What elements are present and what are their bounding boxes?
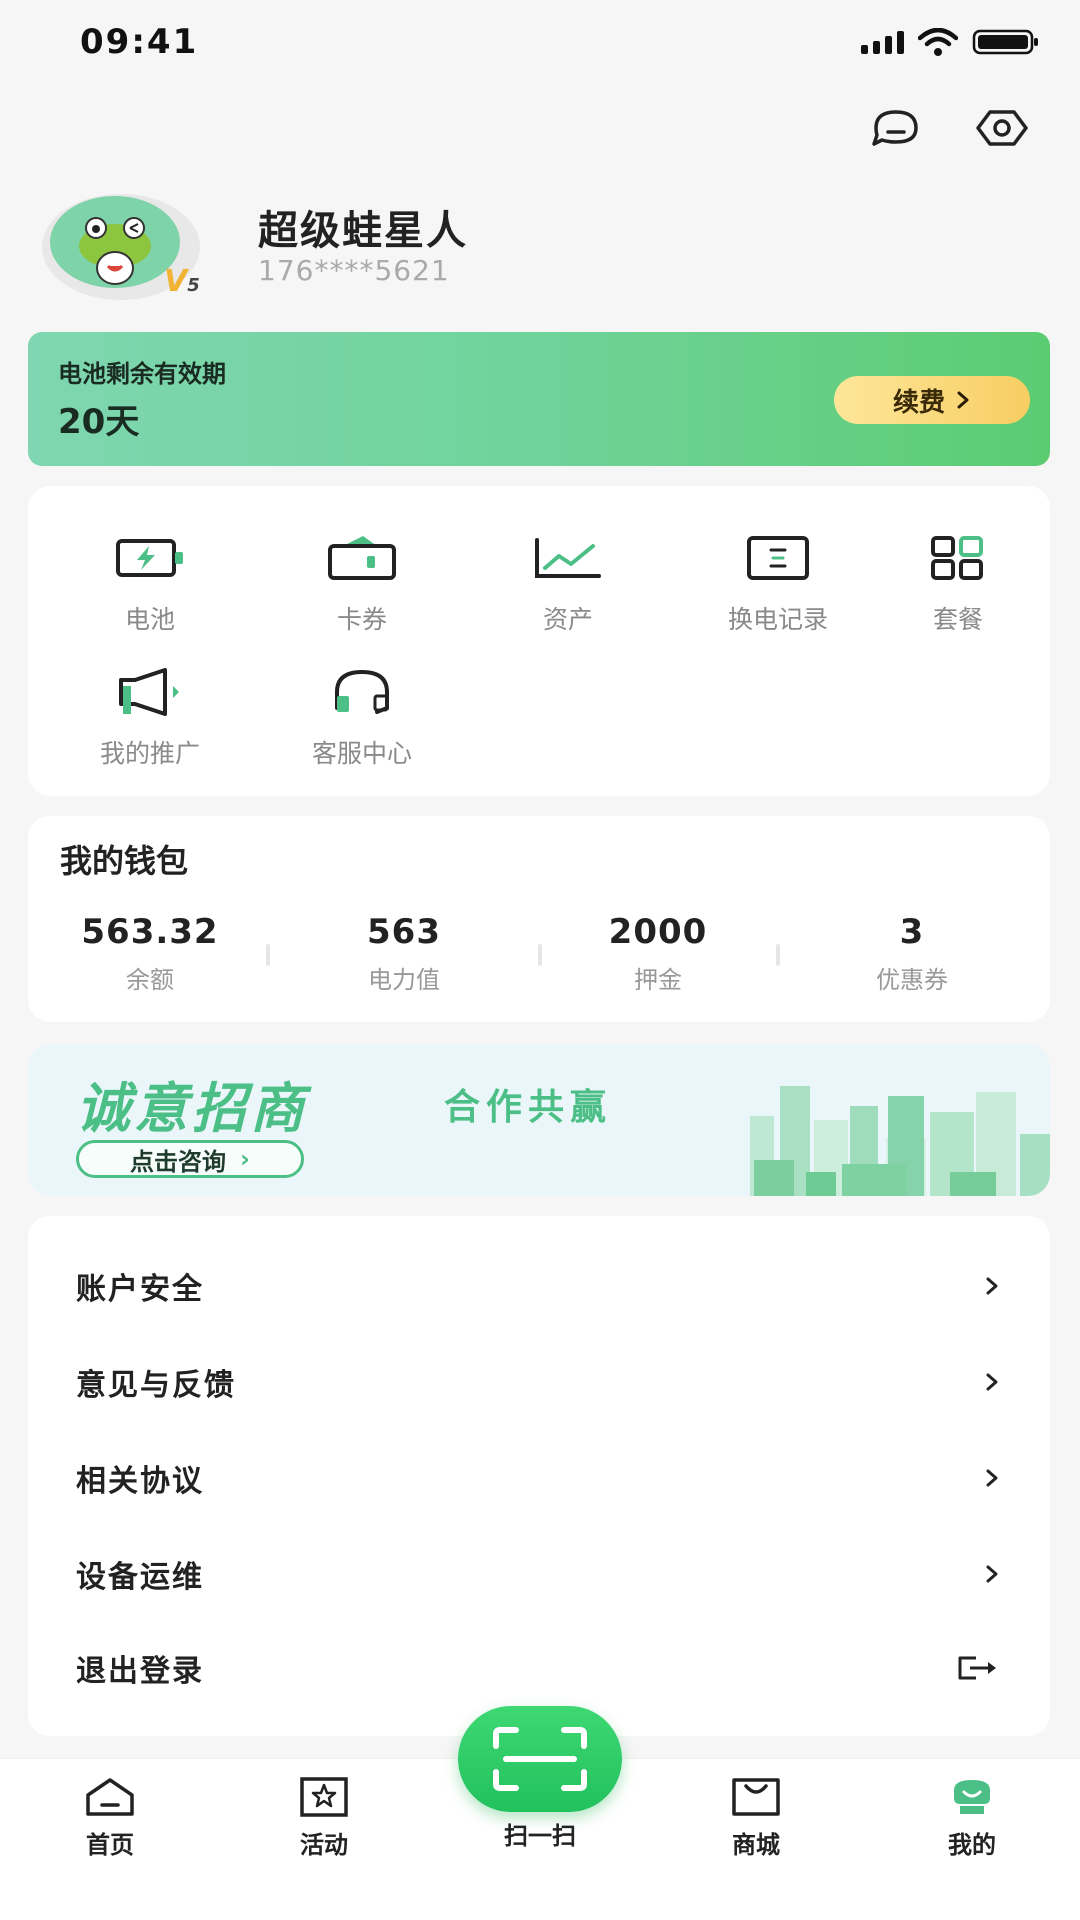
- tab-home[interactable]: 首页: [40, 1773, 180, 1860]
- menu-item-customer-service[interactable]: 客服中心: [272, 664, 452, 774]
- wifi-icon: [918, 28, 958, 56]
- logout-icon: [958, 1656, 996, 1680]
- cellular-signal-icon: [861, 30, 904, 54]
- gear-icon: [976, 110, 1028, 146]
- tab-shop[interactable]: 商城: [686, 1773, 826, 1860]
- battery-status-icon: [972, 29, 1038, 55]
- scan-label: 扫一扫: [504, 1822, 576, 1850]
- menu-item-promotion[interactable]: 我的推广: [60, 664, 240, 774]
- wallet-power-value[interactable]: 563 电力值: [304, 912, 504, 995]
- wallet-icon: [327, 530, 397, 586]
- city-skyline-illustration: [750, 1086, 1050, 1196]
- tab-profile[interactable]: 我的: [902, 1773, 1042, 1860]
- feature-menu-card: 电池 卡券 资产 换电记录 套餐 我的推广 客服中心: [28, 486, 1050, 796]
- battery-validity-card: 电池剩余有效期 20天 续费: [28, 332, 1050, 466]
- status-icons: [861, 28, 1040, 56]
- vip-badge: V5: [164, 264, 200, 299]
- banner-title: 诚意招商: [76, 1077, 308, 1140]
- battery-icon: [115, 530, 185, 586]
- headset-icon: [327, 664, 397, 720]
- profile-section: V5 超级蛙星人 176****5621: [36, 188, 1036, 308]
- frog-avatar-image: [50, 196, 180, 288]
- consult-button[interactable]: 点击咨询 ›: [76, 1140, 304, 1178]
- tab-activities[interactable]: 活动: [254, 1773, 394, 1860]
- grid-icon: [923, 530, 993, 586]
- menu-item-swap-records[interactable]: 换电记录: [688, 530, 868, 640]
- home-icon: [83, 1773, 137, 1821]
- menu-item-battery[interactable]: 电池: [60, 530, 240, 640]
- chevron-right-icon: [986, 1373, 998, 1391]
- renew-button[interactable]: 续费: [834, 376, 1030, 424]
- settings-button[interactable]: [974, 100, 1030, 156]
- chart-icon: [533, 530, 603, 586]
- menu-item-coupons[interactable]: 卡券: [272, 530, 452, 640]
- user-phone: 176****5621: [258, 254, 450, 287]
- wallet-balance[interactable]: 563.32 余额: [50, 912, 250, 995]
- status-bar: 09:41: [0, 0, 1080, 90]
- chevron-right-icon: [957, 391, 969, 409]
- list-item-logout[interactable]: 退出登录: [28, 1620, 1050, 1716]
- chevron-right-icon: ›: [240, 1145, 250, 1173]
- battery-validity-days: 20天: [58, 402, 140, 442]
- shop-bag-icon: [729, 1773, 783, 1821]
- scan-icon: [493, 1727, 587, 1791]
- divider: [266, 944, 270, 966]
- list-item-account-security[interactable]: 账户安全: [28, 1238, 1050, 1334]
- chevron-right-icon: [986, 1565, 998, 1583]
- record-icon: [743, 530, 813, 586]
- investment-banner[interactable]: 诚意招商 合作共赢 点击咨询 ›: [28, 1044, 1050, 1196]
- list-item-device-maintenance[interactable]: 设备运维: [28, 1526, 1050, 1622]
- header-actions: [868, 100, 1030, 156]
- list-item-feedback[interactable]: 意见与反馈: [28, 1334, 1050, 1430]
- chevron-right-icon: [986, 1469, 998, 1487]
- battery-validity-title: 电池剩余有效期: [58, 360, 226, 388]
- divider: [538, 944, 542, 966]
- star-icon: [297, 1773, 351, 1821]
- wallet-coupons[interactable]: 3 优惠券: [812, 912, 1012, 995]
- megaphone-icon: [115, 664, 185, 720]
- renew-label: 续费: [892, 387, 945, 418]
- avatar[interactable]: V5: [36, 188, 206, 302]
- chevron-right-icon: [986, 1277, 998, 1295]
- wallet-deposit[interactable]: 2000 押金: [558, 912, 758, 995]
- settings-list-card: 账户安全 意见与反馈 相关协议 设备运维 退出登录: [28, 1216, 1050, 1736]
- banner-subtitle: 合作共赢: [444, 1087, 613, 1128]
- status-time: 09:41: [80, 22, 199, 62]
- wallet-title: 我的钱包: [60, 842, 189, 880]
- message-icon: [872, 110, 918, 146]
- user-name: 超级蛙星人: [258, 208, 468, 254]
- scan-button[interactable]: [458, 1706, 622, 1812]
- message-button[interactable]: [868, 100, 924, 156]
- menu-item-plans[interactable]: 套餐: [898, 530, 1018, 640]
- list-item-agreements[interactable]: 相关协议: [28, 1430, 1050, 1526]
- menu-item-assets[interactable]: 资产: [478, 530, 658, 640]
- wallet-card: 我的钱包 563.32 余额 563 电力值 2000 押金 3 优惠券: [28, 816, 1050, 1022]
- profile-icon: [945, 1773, 999, 1821]
- divider: [776, 944, 780, 966]
